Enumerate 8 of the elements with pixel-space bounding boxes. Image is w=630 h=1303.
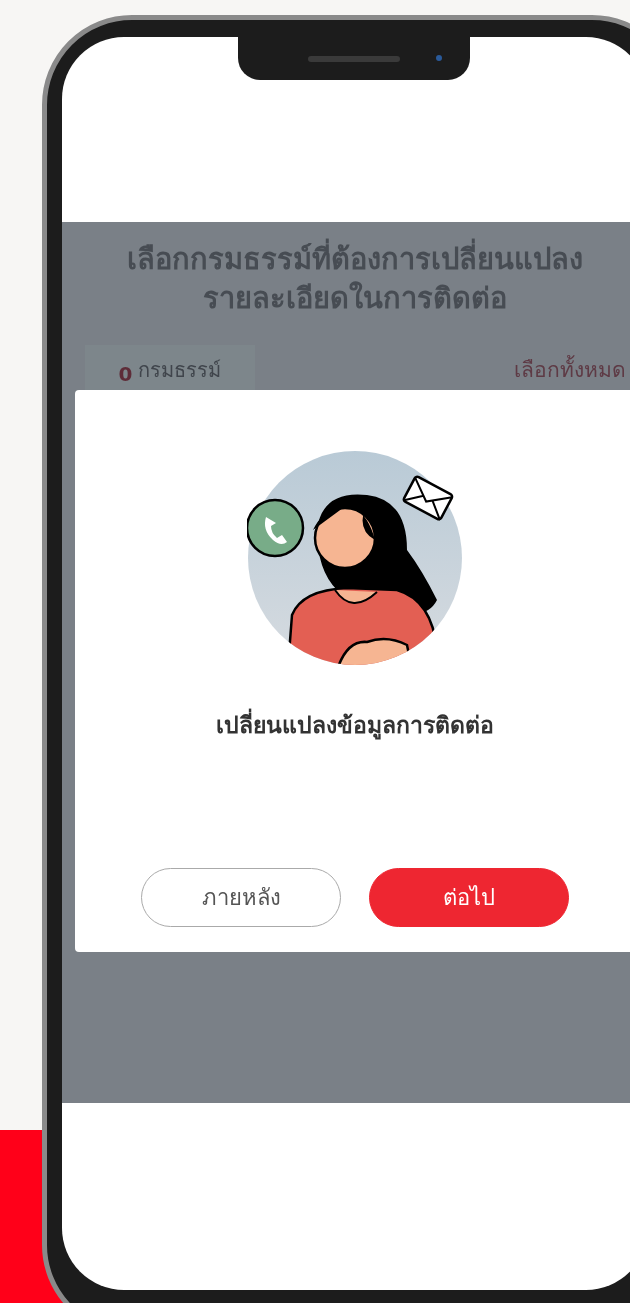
- next-button[interactable]: ต่อไป: [369, 868, 569, 927]
- policy-count: 0: [118, 362, 133, 386]
- policy-label: กรมธรรม์: [138, 357, 222, 384]
- speaker-icon: [308, 55, 400, 62]
- select-all-link[interactable]: เลือกทั้งหมด: [514, 353, 626, 390]
- dialog-title: เปลี่ยนแปลงข้อมูลการติดต่อ: [216, 708, 494, 742]
- camera-icon: [436, 55, 442, 61]
- later-button[interactable]: ภายหลัง: [141, 868, 341, 927]
